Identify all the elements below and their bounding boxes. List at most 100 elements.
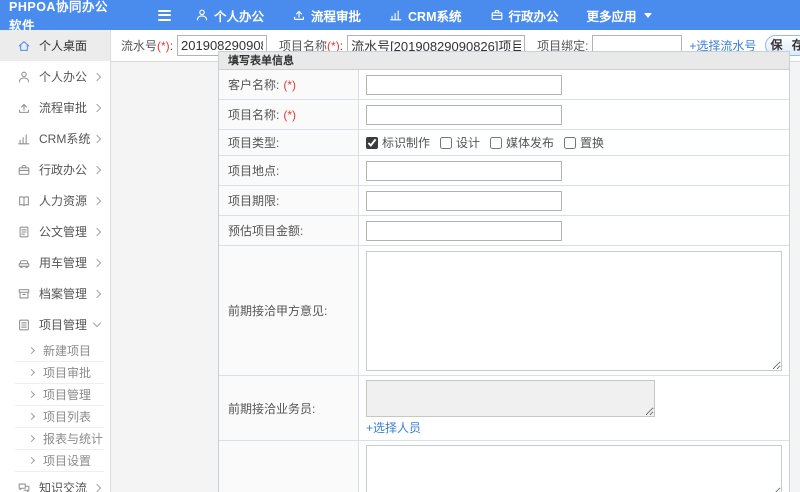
field-value-cell <box>359 441 789 492</box>
flow-icon <box>17 101 31 115</box>
checkbox-input[interactable] <box>440 136 453 149</box>
sidebar-item-archive-management[interactable]: 档案管理 <box>0 278 110 309</box>
sidebar: 个人桌面 个人办公 流程审批 CRM系统 行政办公 人力资源 公文管理 用车管理… <box>0 30 111 492</box>
topnav-crm-system[interactable]: CRM系统 <box>389 6 462 25</box>
sidebar-item-project-management[interactable]: 项目管理 <box>0 309 110 340</box>
required-mark: (*) <box>283 107 297 122</box>
topnav-personal-office[interactable]: 个人办公 <box>195 6 264 25</box>
book-icon <box>17 194 31 208</box>
checkbox-option-media-release[interactable]: 媒体发布 <box>490 134 554 151</box>
sidebar-item-label: 个人桌面 <box>39 39 88 53</box>
project-location-input[interactable] <box>366 160 562 181</box>
sidebar-item-label: 项目管理 <box>39 318 88 332</box>
sidebar-item-human-resources[interactable]: 人力资源 <box>0 185 110 216</box>
chevron-right-icon <box>27 434 36 443</box>
sidebar-item-label: 人力资源 <box>39 194 88 208</box>
sidebar-item-personal-desktop[interactable]: 个人桌面 <box>0 30 110 61</box>
chevron-right-icon <box>27 390 36 399</box>
form-row-project-name: 项目名称: (*) <box>219 100 789 130</box>
chevron-right-icon <box>92 289 102 298</box>
sidebar-item-admin-office[interactable]: 行政办公 <box>0 154 110 185</box>
chevron-right-icon <box>92 258 102 267</box>
field-label <box>219 441 359 492</box>
topnav-workflow-approval[interactable]: 流程审批 <box>292 6 361 25</box>
car-icon <box>17 256 31 270</box>
project-duration-input[interactable] <box>366 190 562 211</box>
chevron-right-icon <box>92 134 102 143</box>
sidebar-subitem-label: 报表与统计 <box>43 432 104 446</box>
field-label: 前期接洽甲方意见: <box>219 246 359 375</box>
sidebar-item-personal-office[interactable]: 个人办公 <box>0 61 110 92</box>
sidebar-item-crm-system[interactable]: CRM系统 <box>0 123 110 154</box>
topnav-more-apps[interactable]: 更多应用 <box>587 6 652 25</box>
salesperson-textarea[interactable] <box>366 380 655 417</box>
sidebar-subitem-project-settings[interactable]: 项目设置 <box>15 450 104 472</box>
checkbox-option-design[interactable]: 设计 <box>440 134 480 151</box>
hamburger-menu-icon[interactable] <box>158 9 171 21</box>
checkbox-label: 媒体发布 <box>506 136 555 150</box>
field-label: 预估项目金额: <box>219 216 359 245</box>
form-row-extra <box>219 441 789 492</box>
select-person-link[interactable]: +选择人员 <box>366 419 421 436</box>
chat-icon <box>17 481 31 492</box>
checkbox-input[interactable] <box>366 136 378 149</box>
top-bar: PHPOA协同办公软件 个人办公 流程审批 CRM系统 行政办公 更多应用 <box>0 0 800 33</box>
extra-textarea[interactable] <box>366 445 782 492</box>
top-nav: 个人办公 流程审批 CRM系统 行政办公 更多应用 <box>195 6 652 25</box>
client-opinion-textarea[interactable] <box>366 250 782 371</box>
sidebar-subitem-new-project[interactable]: 新建项目 <box>15 340 104 362</box>
briefcase-icon <box>490 8 504 22</box>
chevron-right-icon <box>92 103 102 112</box>
sidebar-subitem-reports-statistics[interactable]: 报表与统计 <box>15 428 104 450</box>
sidebar-subitem-project-approval[interactable]: 项目审批 <box>15 362 104 384</box>
archive-icon <box>17 287 31 301</box>
checkbox-option-replacement[interactable]: 置换 <box>564 134 604 151</box>
required-mark: (*) <box>157 39 170 53</box>
required-mark: (*) <box>283 77 297 92</box>
sidebar-subitem-label: 项目设置 <box>43 454 92 468</box>
sidebar-item-label: CRM系统 <box>39 132 91 146</box>
sidebar-subitem-label: 项目审批 <box>43 366 92 380</box>
topnav-label: 个人办公 <box>214 9 265 24</box>
field-label: 项目名称: (*) <box>219 100 359 129</box>
chevron-down-icon <box>92 318 102 328</box>
topnav-label: 流程审批 <box>311 9 362 24</box>
sidebar-subitem-project-list[interactable]: 项目列表 <box>15 406 104 428</box>
app-window: PHPOA协同办公软件 个人办公 流程审批 CRM系统 行政办公 更多应用 个人… <box>0 0 800 492</box>
chevron-right-icon <box>92 227 102 236</box>
sidebar-subitem-label: 项目管理 <box>43 388 92 402</box>
chevron-right-icon <box>27 412 36 421</box>
clipboard-icon <box>17 318 31 332</box>
chevron-right-icon <box>92 165 102 174</box>
field-label: 项目地点: <box>219 156 359 185</box>
topnav-label: 更多应用 <box>586 9 637 24</box>
form-row-project-type: 项目类型: 标识制作 设计 媒体发布 置换 <box>219 130 789 156</box>
customer-name-input[interactable] <box>366 74 562 95</box>
sidebar-item-label: 行政办公 <box>39 163 88 177</box>
chevron-right-icon <box>92 483 102 492</box>
checkbox-input[interactable] <box>564 136 577 149</box>
sidebar-item-workflow-approval[interactable]: 流程审批 <box>0 92 110 123</box>
field-value-cell <box>359 156 789 185</box>
sidebar-subitem-project-management[interactable]: 项目管理 <box>15 384 104 406</box>
field-label: 前期接洽业务员: <box>219 376 359 440</box>
checkbox-input[interactable] <box>490 136 503 149</box>
checkbox-option-sign-making[interactable]: 标识制作 <box>366 134 430 151</box>
form-row-project-duration: 项目期限: <box>219 186 789 216</box>
field-value-cell <box>359 216 789 245</box>
sidebar-item-label: 流程审批 <box>39 101 88 115</box>
sidebar-item-knowledge-exchange[interactable]: 知识交流 <box>0 472 110 492</box>
estimated-amount-input[interactable] <box>366 220 562 241</box>
project-name-field-input[interactable] <box>366 104 562 125</box>
sidebar-item-label: 档案管理 <box>39 287 88 301</box>
form-panel: 填写表单信息 客户名称: (*) 项目名称: (*) 项目类型: 标识制作 设计… <box>218 51 790 492</box>
sidebar-item-vehicle-management[interactable]: 用车管理 <box>0 247 110 278</box>
chevron-right-icon <box>27 368 36 377</box>
field-value-cell: +选择人员 <box>359 376 789 440</box>
sidebar-subitem-label: 项目列表 <box>43 410 92 424</box>
topnav-admin-office[interactable]: 行政办公 <box>490 6 559 25</box>
form-section-title: 填写表单信息 <box>219 52 789 70</box>
sidebar-item-document-management[interactable]: 公文管理 <box>0 216 110 247</box>
form-row-client-opinion: 前期接洽甲方意见: <box>219 246 789 376</box>
user-icon <box>195 8 209 22</box>
